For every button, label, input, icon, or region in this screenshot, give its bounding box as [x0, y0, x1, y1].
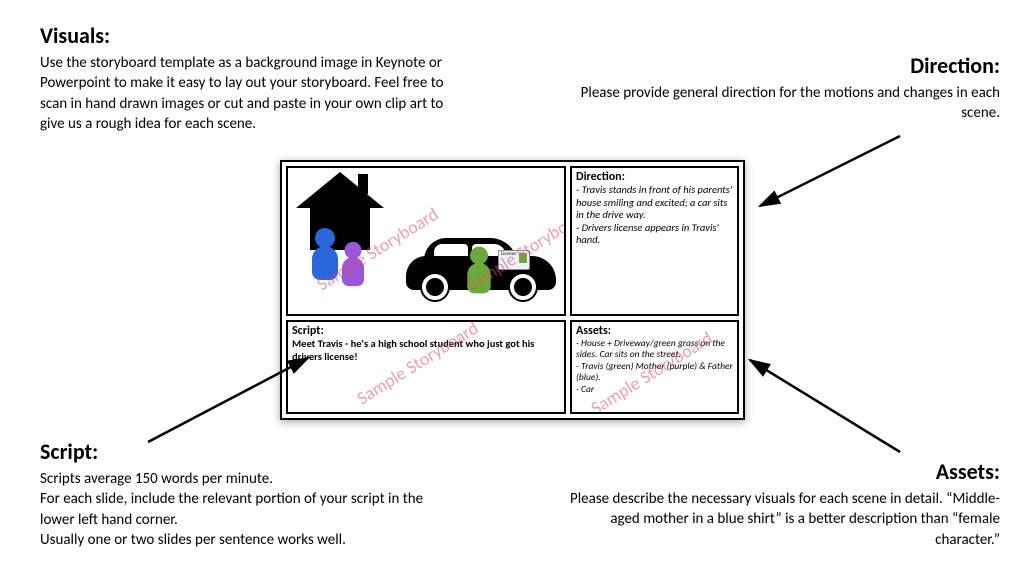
license-label: License [501, 251, 516, 257]
card-script-text: Meet Travis - he's a high school student… [288, 338, 564, 365]
card-direction-text: - Travis stands in front of his parents'… [572, 184, 737, 249]
arrow-script-icon [140, 350, 320, 455]
assets-body: Please describe the necessary visuals fo… [560, 489, 1000, 550]
illustration: License [288, 168, 564, 314]
arrow-assets-icon [740, 350, 910, 465]
visuals-label-block: Visuals: Use the storyboard template as … [40, 22, 470, 134]
card-direction-panel: Direction: - Travis stands in front of h… [570, 166, 739, 316]
license-card-icon: License [498, 250, 530, 270]
direction-body: Please provide general direction for the… [580, 83, 1000, 124]
card-visual-panel: License Sample Storyboard Sample Storybo… [286, 166, 566, 316]
visuals-heading: Visuals: [40, 22, 470, 49]
card-assets-panel: Assets: - House + Driveway/green grass o… [570, 320, 739, 414]
card-script-label: Script: [288, 322, 564, 338]
card-assets-text: - House + Driveway/green grass on the si… [572, 338, 737, 397]
card-direction-label: Direction: [572, 168, 737, 184]
travis-icon [467, 247, 490, 294]
father-icon [312, 228, 338, 280]
assets-label-block: Assets: Please describe the necessary vi… [560, 458, 1000, 550]
mother-icon [342, 242, 364, 286]
house-roof-icon [296, 172, 384, 208]
direction-label-block: Direction: Please provide general direct… [580, 52, 1000, 124]
script-body: Scripts average 150 words per minute. Fo… [40, 469, 460, 550]
arrow-direction-icon [750, 130, 910, 225]
card-assets-label: Assets: [572, 322, 737, 338]
card-script-panel: Script: Meet Travis - he's a high school… [286, 320, 566, 414]
direction-heading: Direction: [580, 52, 1000, 79]
storyboard-card: License Sample Storyboard Sample Storybo… [280, 160, 745, 420]
visuals-body: Use the storyboard template as a backgro… [40, 53, 470, 134]
